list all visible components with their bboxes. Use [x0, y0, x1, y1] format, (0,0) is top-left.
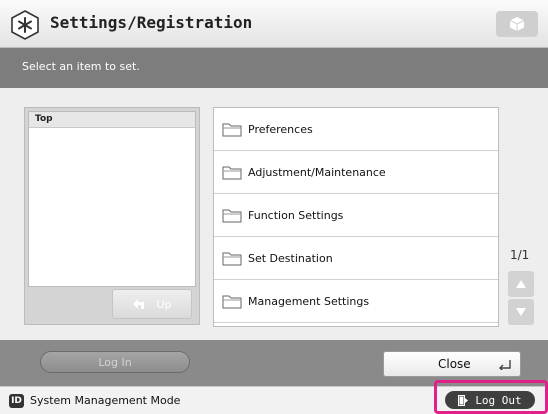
scroll-up-button[interactable] [508, 271, 534, 297]
logout-button-label: Log Out [475, 393, 522, 407]
up-button[interactable]: Up [112, 289, 192, 319]
list-item-label: Management Settings [248, 294, 370, 308]
folder-icon [222, 252, 242, 266]
list-item-preferences[interactable]: Preferences [214, 108, 498, 151]
up-button-label: Up [156, 297, 172, 311]
menu-list: Preferences Adjustment/Maintenance Funct… [213, 107, 499, 327]
tree-header: Top [29, 112, 195, 128]
enter-icon [499, 360, 511, 370]
up-arrow-icon [133, 299, 145, 309]
triangle-down-icon [516, 308, 526, 316]
title-bar: Settings/Registration [0, 0, 548, 48]
logout-icon [458, 394, 469, 406]
logout-button[interactable]: Log Out [445, 391, 535, 409]
list-item-label: Adjustment/Maintenance [248, 165, 386, 179]
folder-icon [222, 209, 242, 223]
tree-view[interactable]: Top [28, 111, 196, 287]
login-button[interactable]: Log In [40, 351, 190, 373]
scroll-down-button[interactable] [508, 299, 534, 325]
id-icon: ID [9, 394, 24, 408]
page-indicator: 1/1 [510, 248, 530, 262]
list-item-label: Preferences [248, 122, 313, 136]
folder-icon [222, 166, 242, 180]
tree-panel: Top Up [24, 107, 200, 325]
folder-icon [222, 295, 242, 309]
list-item-adjustment-maintenance[interactable]: Adjustment/Maintenance [214, 151, 498, 194]
list-item-label: Set Destination [248, 251, 333, 265]
page-title: Settings/Registration [50, 13, 253, 32]
list-item-set-destination[interactable]: Set Destination [214, 237, 498, 280]
list-item-label: Function Settings [248, 208, 344, 222]
list-item-function-settings[interactable]: Function Settings [214, 194, 498, 237]
settings-registration-icon [11, 10, 39, 40]
close-button-label: Close [438, 357, 471, 371]
mode-text: System Management Mode [30, 394, 181, 407]
triangle-up-icon [516, 280, 526, 288]
instruction-bar: Select an item to set. [0, 48, 548, 88]
main-area: Top Up Preferences Adjustment/Maintenanc… [0, 88, 548, 340]
close-button[interactable]: Close [383, 351, 521, 377]
corner-menu-button[interactable] [496, 11, 538, 37]
list-item-management-settings[interactable]: Management Settings [214, 280, 498, 323]
cube-icon [509, 17, 525, 31]
instruction-text: Select an item to set. [22, 60, 140, 73]
folder-icon [222, 123, 242, 137]
